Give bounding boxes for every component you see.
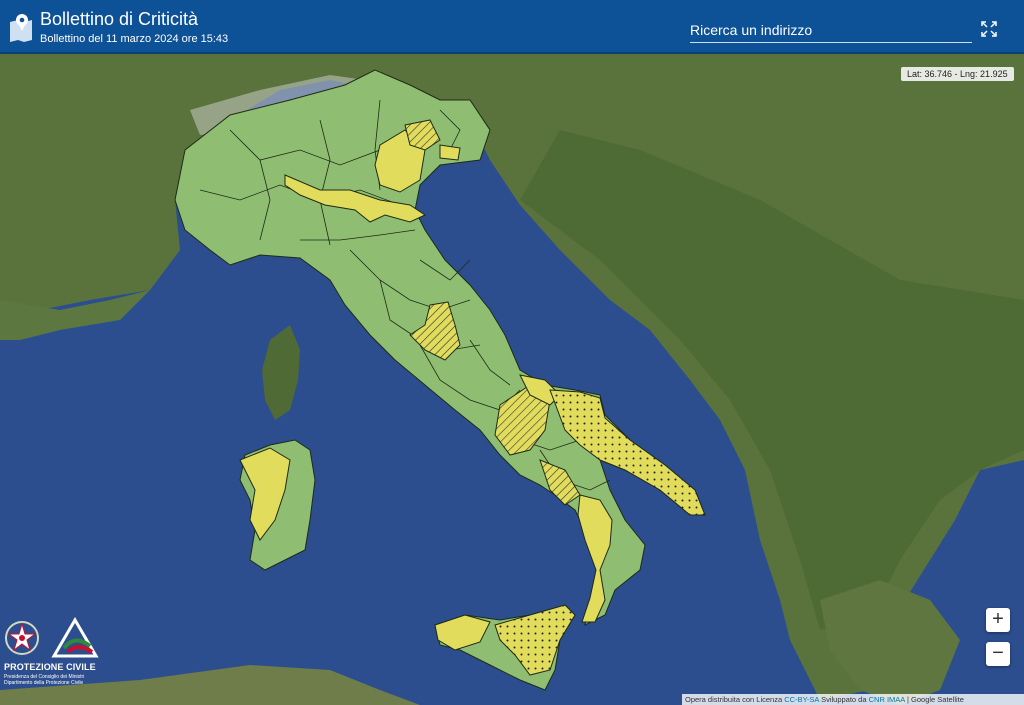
attribution-text-1: Opera distribuita con Licenza: [685, 695, 783, 704]
coordinates-readout: Lat: 36.746 - Lng: 21.925: [901, 67, 1014, 81]
brand-subtitle: Presidenza del Consiglio dei Ministri Di…: [4, 674, 84, 686]
fullscreen-icon[interactable]: [980, 20, 998, 38]
map-canvas[interactable]: [0, 54, 1024, 705]
brand-name: PROTEZIONE CIVILE: [4, 662, 96, 672]
map-attribution: Opera distribuita con Licenza CC-BY-SA S…: [682, 694, 1024, 705]
bulletin-date: Bollettino del 11 marzo 2024 ore 15:43: [40, 33, 229, 45]
republic-emblem-icon: [5, 621, 39, 655]
map-pin-icon: [10, 14, 32, 42]
address-search-input[interactable]: Ricerca un indirizzo: [690, 22, 972, 43]
zoom-out-button[interactable]: −: [986, 642, 1010, 666]
zone-friuli-yellow[interactable]: [439, 144, 461, 161]
app-header: Bollettino di Criticità Bollettino del 1…: [0, 0, 1024, 54]
attribution-text-3: | Google Satellite: [906, 695, 964, 704]
map-svg[interactable]: [0, 54, 1024, 705]
attribution-text-2: Sviluppato da: [821, 695, 867, 704]
zoom-in-button[interactable]: +: [986, 608, 1010, 632]
protezione-civile-emblem-icon: [51, 617, 99, 658]
brand-line-2: Dipartimento della Protezione Civile: [4, 680, 84, 686]
license-link[interactable]: CC-BY-SA: [784, 695, 819, 704]
page-title: Bollettino di Criticità: [40, 9, 199, 29]
cnr-imaa-link[interactable]: CNR IMAA: [869, 695, 905, 704]
